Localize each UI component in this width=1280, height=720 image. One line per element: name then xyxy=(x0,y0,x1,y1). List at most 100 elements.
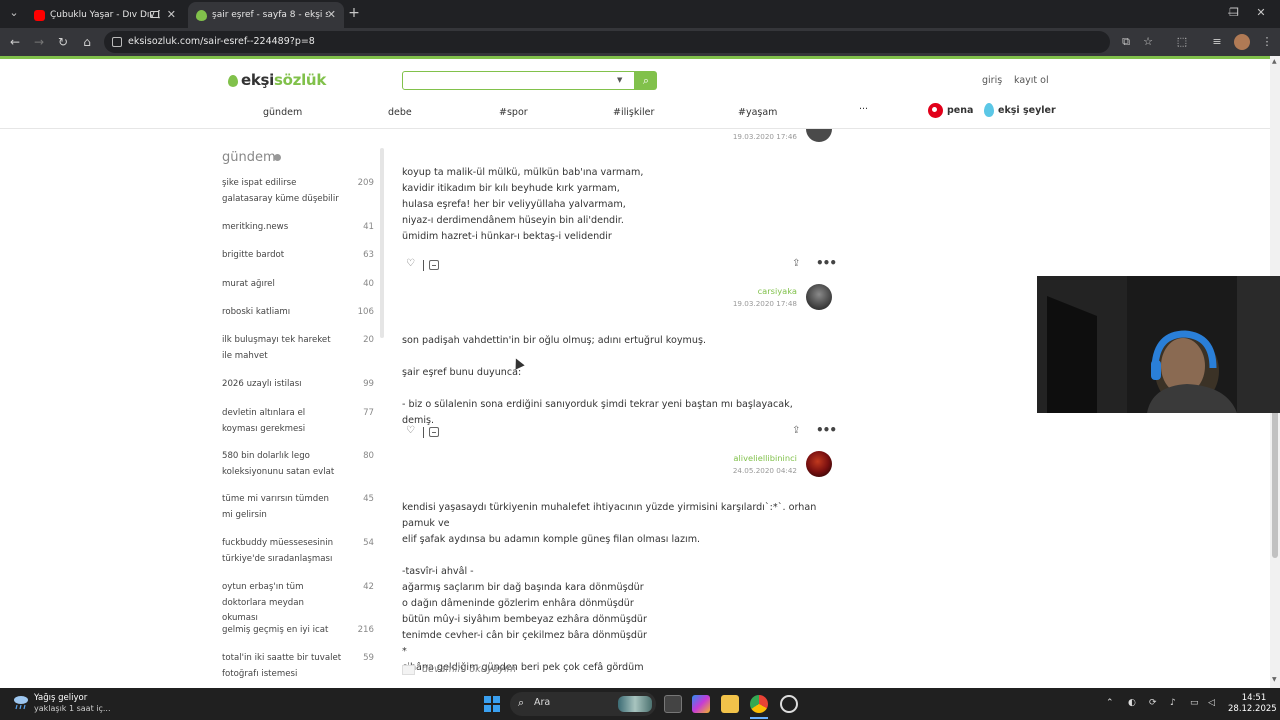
entry-author[interactable]: carsiyaka xyxy=(597,286,797,296)
tab-cubuklu-yasar[interactable]: Çubuklu Yaşar - Dıv Dıv [OF ✕ xyxy=(26,2,184,28)
pena-icon[interactable] xyxy=(928,103,943,118)
copilot-icon[interactable] xyxy=(692,695,710,713)
sidebar-item[interactable]: ilk buluşmayı tek hareket ile mahvet 20 xyxy=(222,333,374,364)
heart-icon[interactable]: ♡ xyxy=(406,425,415,436)
avatar[interactable] xyxy=(806,284,832,310)
nav-yasam[interactable]: #yaşam xyxy=(738,107,777,118)
sidebar-title[interactable]: gündem xyxy=(222,150,276,165)
nav-gundem[interactable]: gündem xyxy=(263,107,302,118)
search-options-chevron-icon[interactable]: ▼ xyxy=(617,76,622,84)
weather-subtitle[interactable]: yaklaşık 1 saat iç... xyxy=(34,704,111,713)
back-icon[interactable]: ← xyxy=(6,33,24,51)
new-tab-button[interactable]: + xyxy=(346,4,362,22)
extensions-icon[interactable]: ⬚ xyxy=(1173,33,1191,51)
volume-icon[interactable]: ◁ xyxy=(1208,698,1215,708)
more-options-icon[interactable]: ••• xyxy=(816,256,837,270)
eksi-seyler-drop-icon[interactable] xyxy=(984,103,994,117)
share-icon[interactable]: ⇪ xyxy=(792,258,800,269)
entry-date[interactable]: 24.05.2020 04:42 xyxy=(597,466,797,475)
home-icon[interactable]: ⌂ xyxy=(78,33,96,51)
entry-date[interactable]: 19.03.2020 17:48 xyxy=(597,299,797,308)
windows-start-icon[interactable] xyxy=(484,696,500,712)
weather-title[interactable]: Yağış geliyor xyxy=(34,693,87,703)
profile-avatar[interactable] xyxy=(1234,34,1250,50)
gear-icon[interactable] xyxy=(274,154,281,161)
sidebar-item[interactable]: meritking.news 41 xyxy=(222,220,374,236)
install-app-icon[interactable]: ⧉ xyxy=(1117,33,1135,51)
reading-list-icon[interactable]: ≡ xyxy=(1208,33,1226,51)
taskbar-search[interactable]: ⌕ Ara xyxy=(510,692,656,716)
sidebar-item[interactable]: oytun erbaş'ın tüm doktorlara meydan oku… xyxy=(222,580,374,627)
app-icon[interactable] xyxy=(780,695,798,713)
task-view-icon[interactable] xyxy=(664,695,682,713)
heart-icon[interactable]: ♡ xyxy=(406,258,415,269)
share-icon[interactable]: ⇪ xyxy=(792,425,800,436)
search-input[interactable] xyxy=(402,71,635,90)
chrome-icon[interactable] xyxy=(750,695,768,713)
sidebar-item-title: total'in iki saatte bir tuvalet fotoğraf… xyxy=(222,653,342,679)
tab-close-icon[interactable]: ✕ xyxy=(327,2,336,28)
read-more-icon[interactable] xyxy=(402,665,415,675)
tab-search-icon[interactable]: ⌄ xyxy=(6,5,22,21)
reload-icon[interactable]: ↻ xyxy=(54,33,72,51)
tray-app-icon[interactable]: ◐ xyxy=(1128,698,1136,708)
clock-date[interactable]: 28.12.2025 xyxy=(1228,704,1277,714)
url-text[interactable]: eksisozluk.com/sair-esref--224489?p=8 xyxy=(128,31,315,53)
login-link[interactable]: giriş xyxy=(982,75,1002,86)
browser-toolbar: ← → ↻ ⌂ eksisozluk.com/sair-esref--22448… xyxy=(0,28,1280,56)
sidebar-item[interactable]: tüme mi varırsın tümden mi gelirsin 45 xyxy=(222,492,374,523)
register-link[interactable]: kayıt ol xyxy=(1014,75,1049,86)
minus-icon[interactable] xyxy=(429,427,439,437)
sidebar-scrollbar[interactable] xyxy=(380,148,384,338)
more-options-icon[interactable]: ••• xyxy=(816,423,837,437)
eksi-seyler-link[interactable]: ekşi şeyler xyxy=(998,105,1056,116)
minus-icon[interactable] xyxy=(429,260,439,270)
file-explorer-icon[interactable] xyxy=(721,695,739,713)
avatar[interactable] xyxy=(806,129,832,142)
entry-date[interactable]: 19.03.2020 17:46 xyxy=(597,132,797,141)
sidebar-item[interactable]: brigitte bardot 63 xyxy=(222,248,374,264)
read-more-link[interactable]: devamını okuyayım xyxy=(422,664,516,675)
menu-kebab-icon[interactable]: ⋮ xyxy=(1258,33,1276,51)
address-bar[interactable]: eksisozluk.com/sair-esref--224489?p=8 xyxy=(104,31,1110,53)
tab-title: şair eşref - sayfa 8 - ekşi sözlük xyxy=(212,10,328,20)
sidebar-item[interactable]: total'in iki saatte bir tuvalet fotoğraf… xyxy=(222,651,374,682)
forward-icon[interactable]: → xyxy=(30,33,48,51)
sidebar-item-count: 77 xyxy=(363,408,374,418)
tray-chevron-icon[interactable]: ⌃ xyxy=(1106,698,1114,708)
entry-author[interactable]: aliveliellibininci xyxy=(597,453,797,463)
sidebar-item[interactable]: murat ağırel 40 xyxy=(222,277,374,293)
scroll-up-icon[interactable]: ▲ xyxy=(1272,58,1277,65)
tab-close-icon[interactable]: ✕ xyxy=(167,2,176,28)
webcam-person-image xyxy=(1037,276,1280,413)
clock-time[interactable]: 14:51 xyxy=(1234,693,1274,703)
sync-icon[interactable]: ⟳ xyxy=(1149,698,1157,708)
search-button[interactable]: ⌕ xyxy=(635,71,657,90)
network-icon[interactable]: ▭ xyxy=(1190,698,1199,708)
avatar[interactable] xyxy=(806,451,832,477)
sidebar-item[interactable]: roboski katliamı 106 xyxy=(222,305,374,321)
bookmark-star-icon[interactable]: ☆ xyxy=(1139,33,1157,51)
nav-debe[interactable]: debe xyxy=(388,107,412,118)
microphone-icon[interactable]: ♪ xyxy=(1170,698,1176,708)
scroll-down-icon[interactable]: ▼ xyxy=(1272,676,1277,683)
close-window-button[interactable]: ✕ xyxy=(1246,4,1276,22)
pena-link[interactable]: pena xyxy=(947,105,973,116)
sidebar-item[interactable]: devletin altınlara el koyması gerekmesi 7… xyxy=(222,406,374,437)
sidebar-item[interactable]: gelmiş geçmiş en iyi icat 216 xyxy=(222,623,374,639)
tab-sair-esref[interactable]: şair eşref - sayfa 8 - ekşi sözlük ✕ xyxy=(188,2,344,28)
scrollbar-thumb[interactable] xyxy=(1272,408,1278,558)
site-info-icon[interactable] xyxy=(112,37,122,47)
restore-button[interactable]: ❐ xyxy=(1219,4,1249,22)
sidebar-item-title: murat ağırel xyxy=(222,279,275,289)
sidebar-item-count: 20 xyxy=(363,335,374,345)
sidebar-item-count: 45 xyxy=(363,494,374,504)
sidebar-item[interactable]: 580 bin dolarlık lego koleksiyonunu sata… xyxy=(222,449,374,480)
nav-more[interactable]: ··· xyxy=(859,104,868,115)
sidebar-item[interactable]: 2026 uzaylı istilası 99 xyxy=(222,377,374,393)
sidebar-item[interactable]: şike ispat edilirse galatasaray küme düş… xyxy=(222,176,374,207)
nav-spor[interactable]: #spor xyxy=(499,107,528,118)
sidebar-item[interactable]: fuckbuddy müessesesinin türkiye'de sırad… xyxy=(222,536,374,567)
nav-iliskiler[interactable]: #ilişkiler xyxy=(613,107,654,118)
rain-cloud-icon[interactable] xyxy=(12,694,30,710)
